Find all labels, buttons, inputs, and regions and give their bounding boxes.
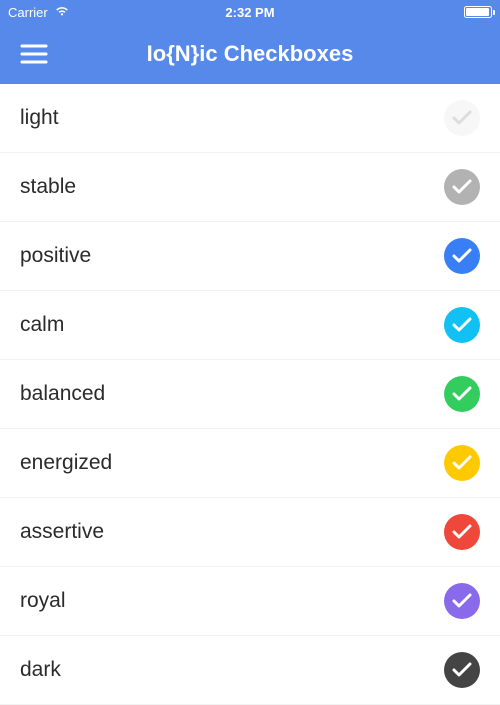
- check-icon: [452, 455, 472, 471]
- checkbox-stable[interactable]: [444, 169, 480, 205]
- item-label: stable: [20, 175, 76, 199]
- page-title: Io{N}ic Checkboxes: [0, 41, 500, 67]
- checkbox-light[interactable]: [444, 100, 480, 136]
- list-item[interactable]: stable: [0, 153, 500, 222]
- checkbox-calm[interactable]: [444, 307, 480, 343]
- checkbox-dark[interactable]: [444, 652, 480, 688]
- check-icon: [452, 179, 472, 195]
- carrier-label: Carrier: [8, 5, 48, 20]
- checkbox-assertive[interactable]: [444, 514, 480, 550]
- check-icon: [452, 317, 472, 333]
- list-item[interactable]: light: [0, 84, 500, 153]
- checkbox-energized[interactable]: [444, 445, 480, 481]
- status-time: 2:32 PM: [225, 5, 274, 20]
- check-icon: [452, 110, 472, 126]
- check-icon: [452, 248, 472, 264]
- status-bar: Carrier 2:32 PM: [0, 0, 500, 24]
- item-label: balanced: [20, 382, 105, 406]
- hamburger-icon: [20, 43, 48, 65]
- item-label: dark: [20, 658, 61, 682]
- checkbox-royal[interactable]: [444, 583, 480, 619]
- list-item[interactable]: assertive: [0, 498, 500, 567]
- item-label: assertive: [20, 520, 104, 544]
- list-item[interactable]: royal: [0, 567, 500, 636]
- list-item[interactable]: positive: [0, 222, 500, 291]
- status-right: [464, 6, 492, 18]
- check-icon: [452, 524, 472, 540]
- item-label: energized: [20, 451, 112, 475]
- item-label: royal: [20, 589, 66, 613]
- list-item[interactable]: energized: [0, 429, 500, 498]
- list-item[interactable]: calm: [0, 291, 500, 360]
- item-label: positive: [20, 244, 91, 268]
- item-label: calm: [20, 313, 64, 337]
- checkbox-list: light stable positive calm balanced energized…: [0, 84, 500, 705]
- item-label: light: [20, 106, 59, 130]
- list-item[interactable]: balanced: [0, 360, 500, 429]
- menu-button[interactable]: [12, 32, 56, 76]
- check-icon: [452, 662, 472, 678]
- check-icon: [452, 593, 472, 609]
- checkbox-balanced[interactable]: [444, 376, 480, 412]
- wifi-icon: [54, 5, 70, 20]
- status-left: Carrier: [8, 5, 70, 20]
- checkbox-positive[interactable]: [444, 238, 480, 274]
- check-icon: [452, 386, 472, 402]
- battery-icon: [464, 6, 492, 18]
- nav-bar: Io{N}ic Checkboxes: [0, 24, 500, 84]
